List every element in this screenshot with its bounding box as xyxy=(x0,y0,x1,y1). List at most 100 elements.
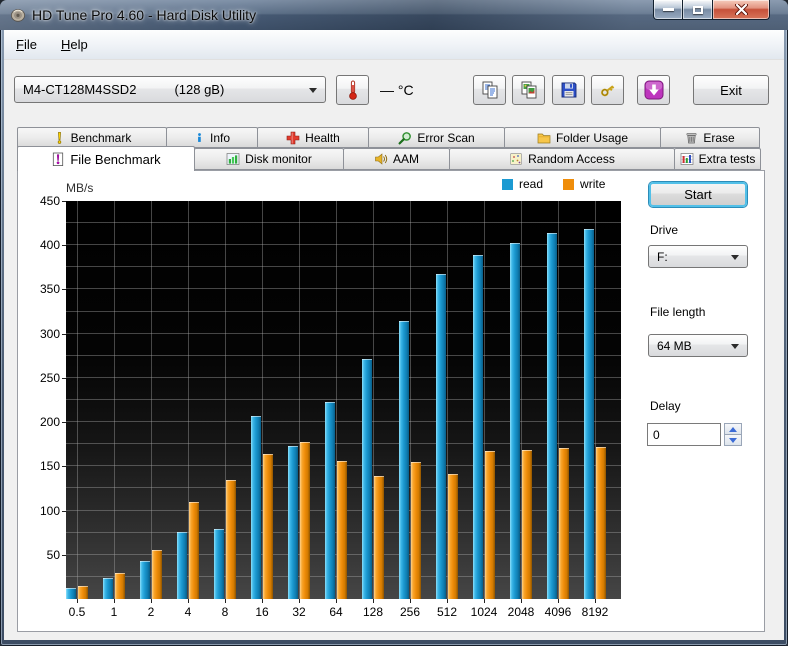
bar-write-8 xyxy=(226,480,236,599)
bar-chart-icon xyxy=(226,153,240,165)
spinner-down-button[interactable] xyxy=(724,435,742,446)
speaker-icon xyxy=(375,153,388,165)
maximize-icon xyxy=(692,5,703,14)
minimize-button[interactable] xyxy=(653,0,683,20)
save-icon xyxy=(561,82,576,98)
x-tick-mark xyxy=(484,599,485,603)
copy-text-button[interactable] xyxy=(473,75,506,105)
y-tick-mark xyxy=(62,245,66,247)
delay-input[interactable]: 0 xyxy=(647,423,721,446)
bar-write-4096 xyxy=(559,448,569,599)
drive-label: Drive xyxy=(650,223,679,237)
app-disk-icon xyxy=(11,9,25,22)
tab-random-access[interactable]: Random Access xyxy=(449,148,675,170)
exclamation-icon xyxy=(57,131,61,144)
tab-disk-monitor[interactable]: Disk monitor xyxy=(194,148,344,170)
y-tick-mark xyxy=(62,422,66,424)
scatter-icon xyxy=(510,153,522,165)
close-icon xyxy=(734,4,748,15)
exit-button[interactable]: Exit xyxy=(693,75,769,105)
bar-read-16 xyxy=(251,416,261,599)
x-tick-mark xyxy=(595,599,596,603)
bar-write-2 xyxy=(152,550,162,599)
file-length-selector[interactable]: 64 MB xyxy=(648,334,748,357)
trash-icon xyxy=(686,132,697,143)
bar-write-1024 xyxy=(485,451,495,599)
chart-legend: read write xyxy=(502,177,605,191)
check-updates-button[interactable] xyxy=(637,75,670,105)
drive-letter-selector[interactable]: F: xyxy=(648,245,748,268)
bottom-strip xyxy=(4,632,784,640)
x-tick-mark xyxy=(521,599,522,603)
toolbar: M4-CT128M4SSD2 (128 gB) — °C Exit xyxy=(4,61,784,121)
gridline-horizontal xyxy=(66,244,621,246)
gridline-horizontal xyxy=(66,266,621,268)
tab-info[interactable]: Info xyxy=(166,127,258,148)
temperature-button[interactable] xyxy=(336,75,369,105)
x-tick-mark xyxy=(447,599,448,603)
y-tick-mark xyxy=(62,466,66,468)
x-tick-label: 64 xyxy=(329,605,343,619)
x-tick-label: 16 xyxy=(255,605,269,619)
bar-write-1 xyxy=(115,573,125,599)
y-tick-label: 150 xyxy=(39,459,60,474)
file-length-label: File length xyxy=(650,305,706,319)
x-tick-mark xyxy=(410,599,411,603)
bar-read-512 xyxy=(436,274,446,599)
maximize-button[interactable] xyxy=(683,0,713,20)
y-axis-unit: MB/s xyxy=(66,181,94,195)
delay-label: Delay xyxy=(650,399,681,413)
close-button[interactable] xyxy=(713,0,770,20)
menu-file[interactable]: File xyxy=(4,30,49,59)
gridline-horizontal xyxy=(66,399,621,400)
bar-read-64 xyxy=(325,402,335,599)
x-tick-mark xyxy=(151,599,152,603)
tab-aam[interactable]: AAM xyxy=(343,148,450,170)
tab-health[interactable]: Health xyxy=(257,127,369,148)
gridline-horizontal xyxy=(66,376,621,378)
y-tick-label: 50 xyxy=(46,547,60,562)
bar-read-1024 xyxy=(473,255,483,599)
bar-write-32 xyxy=(300,442,310,599)
save-button[interactable] xyxy=(552,75,585,105)
menu-help[interactable]: Help xyxy=(49,30,100,59)
legend-read-label: read xyxy=(519,177,544,191)
extra-tests-icon xyxy=(680,153,694,165)
drive-selector[interactable]: M4-CT128M4SSD2 (128 gB) xyxy=(14,76,326,103)
bar-read-8192 xyxy=(584,229,594,599)
x-tick-label: 32 xyxy=(292,605,306,619)
gridline-horizontal xyxy=(66,332,621,334)
health-cross-icon xyxy=(286,131,300,144)
copy-text-icon xyxy=(482,81,497,99)
y-tick-mark xyxy=(62,510,66,512)
y-tick-mark xyxy=(62,333,66,335)
chevron-down-icon xyxy=(731,343,739,353)
drive-model: M4-CT128M4SSD2 xyxy=(23,82,137,97)
tab-row-main: Benchmark Info Health Error Scan Folder … xyxy=(17,127,765,148)
title-bar[interactable]: HD Tune Pro 4.60 - Hard Disk Utility xyxy=(0,0,788,30)
tab-extra-tests[interactable]: Extra tests xyxy=(674,148,761,170)
bar-write-2048 xyxy=(522,450,532,599)
copy-image-button[interactable] xyxy=(512,75,545,105)
chevron-down-icon xyxy=(309,87,317,97)
gridline-vertical xyxy=(114,201,115,599)
tab-folder-usage[interactable]: Folder Usage xyxy=(504,127,661,148)
tab-erase[interactable]: Erase xyxy=(660,127,760,148)
delay-spinner xyxy=(724,423,742,446)
tab-error-scan[interactable]: Error Scan xyxy=(368,127,505,148)
bar-read-0.5 xyxy=(66,588,76,599)
tab-benchmark[interactable]: Benchmark xyxy=(17,127,167,148)
spinner-up-button[interactable] xyxy=(724,423,742,435)
x-tick-mark xyxy=(336,599,337,603)
x-tick-mark xyxy=(188,599,189,603)
bar-write-64 xyxy=(337,461,347,599)
tab-file-benchmark[interactable]: File Benchmark xyxy=(17,146,195,171)
app-window: HD Tune Pro 4.60 - Hard Disk Utility Fil… xyxy=(0,0,788,646)
chevron-down-icon xyxy=(731,254,739,264)
x-tick-mark xyxy=(262,599,263,603)
magnifier-icon xyxy=(398,131,412,144)
options-button[interactable] xyxy=(591,75,624,105)
info-icon xyxy=(198,132,201,142)
tab-row-secondary: File Benchmark Disk monitor AAM Random A… xyxy=(17,146,765,171)
start-button[interactable]: Start xyxy=(649,182,747,207)
